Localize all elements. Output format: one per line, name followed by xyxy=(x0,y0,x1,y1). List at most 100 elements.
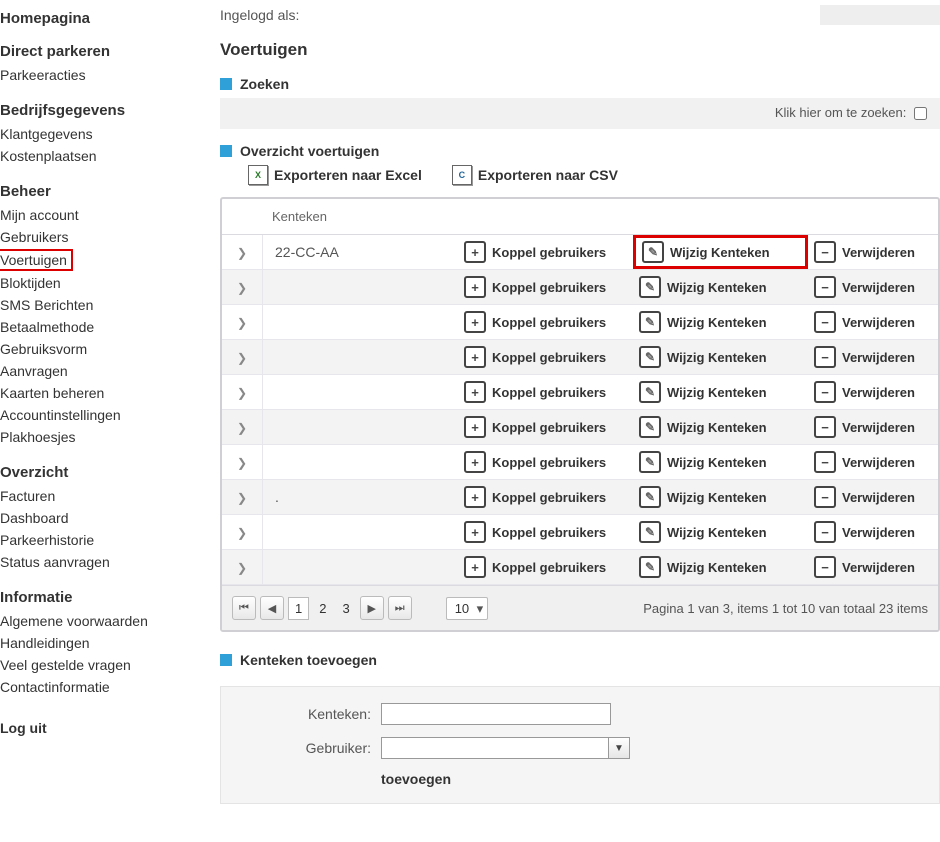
nav-item-kaarten-beheren[interactable]: Kaarten beheren xyxy=(0,382,200,404)
nav-group-direct-parkeren[interactable]: Direct parkeren xyxy=(0,43,200,60)
pencil-icon xyxy=(639,451,661,473)
nav-group-overzicht[interactable]: Overzicht xyxy=(0,464,200,481)
expand-button[interactable] xyxy=(222,235,263,269)
nav-item-aanvragen[interactable]: Aanvragen xyxy=(0,360,200,382)
koppel-gebruikers-button[interactable]: Koppel gebruikers xyxy=(458,518,633,546)
gebruiker-dropdown-button[interactable]: ▼ xyxy=(609,737,630,759)
verwijderen-button[interactable]: Verwijderen xyxy=(808,553,938,581)
nav-item-parkeeracties[interactable]: Parkeeracties xyxy=(0,64,200,86)
wijzig-kenteken-button[interactable]: Wijzig Kenteken xyxy=(633,413,808,441)
expand-button[interactable] xyxy=(222,480,263,514)
sidebar: Homepagina Direct parkeren Parkeeracties… xyxy=(0,0,200,804)
plus-icon xyxy=(464,416,486,438)
col-header-kenteken[interactable]: Kenteken xyxy=(262,199,458,234)
expand-button[interactable] xyxy=(222,445,263,479)
koppel-gebruikers-button[interactable]: Koppel gebruikers xyxy=(458,238,633,266)
expand-button[interactable] xyxy=(222,270,263,304)
nav-item-betaalmethode[interactable]: Betaalmethode xyxy=(0,316,200,338)
expand-button[interactable] xyxy=(222,305,263,339)
verwijderen-button[interactable]: Verwijderen xyxy=(808,448,938,476)
topbar: Ingelogd als: xyxy=(220,0,940,40)
grid-row: .Koppel gebruikersWijzig KentekenVerwijd… xyxy=(222,480,938,515)
koppel-gebruikers-button[interactable]: Koppel gebruikers xyxy=(458,308,633,336)
nav-item-bloktijden[interactable]: Bloktijden xyxy=(0,272,200,294)
verwijderen-button[interactable]: Verwijderen xyxy=(808,518,938,546)
verwijderen-button[interactable]: Verwijderen xyxy=(808,308,938,336)
nav-item-kostenplaatsen[interactable]: Kostenplaatsen xyxy=(0,145,200,167)
pager-last-button[interactable]: ⏭ xyxy=(388,596,412,620)
nav-group-bedrijfsgegevens[interactable]: Bedrijfsgegevens xyxy=(0,102,200,119)
verwijderen-button[interactable]: Verwijderen xyxy=(808,238,938,266)
koppel-gebruikers-button[interactable]: Koppel gebruikers xyxy=(458,273,633,301)
chevron-right-icon xyxy=(237,419,247,435)
koppel-gebruikers-button[interactable]: Koppel gebruikers xyxy=(458,413,633,441)
expand-button[interactable] xyxy=(222,340,263,374)
pager-next-button[interactable]: ▶ xyxy=(360,596,384,620)
verwijderen-button[interactable]: Verwijderen xyxy=(808,413,938,441)
chevron-right-icon xyxy=(237,384,247,400)
pager-page-1[interactable]: 1 xyxy=(288,597,309,620)
nav-item-dashboard[interactable]: Dashboard xyxy=(0,507,200,529)
wijzig-kenteken-button[interactable]: Wijzig Kenteken xyxy=(633,553,808,581)
search-section-header[interactable]: Zoeken xyxy=(220,76,940,92)
nav-item-sms-berichten[interactable]: SMS Berichten xyxy=(0,294,200,316)
grid-row: Koppel gebruikersWijzig KentekenVerwijde… xyxy=(222,515,938,550)
nav-item-gebruikers[interactable]: Gebruikers xyxy=(0,226,200,248)
wijzig-kenteken-button[interactable]: Wijzig Kenteken xyxy=(633,308,808,336)
nav-item-plakhoesjes[interactable]: Plakhoesjes xyxy=(0,426,200,448)
nav-item-handleidingen[interactable]: Handleidingen xyxy=(0,632,200,654)
koppel-gebruikers-button[interactable]: Koppel gebruikers xyxy=(458,378,633,406)
gebruiker-input[interactable] xyxy=(381,737,609,759)
logout-link[interactable]: Log uit xyxy=(0,720,200,736)
nav-item-contactinformatie[interactable]: Contactinformatie xyxy=(0,676,200,698)
expand-button[interactable] xyxy=(222,515,263,549)
pager-page-3[interactable]: 3 xyxy=(336,598,355,619)
excel-icon: X xyxy=(248,165,268,185)
export-csv-button[interactable]: C Exporteren naar CSV xyxy=(452,165,618,185)
nav-item-veel-gestelde-vragen[interactable]: Veel gestelde vragen xyxy=(0,654,200,676)
pager-prev-button[interactable]: ◀ xyxy=(260,596,284,620)
koppel-gebruikers-button[interactable]: Koppel gebruikers xyxy=(458,343,633,371)
nav-item-accountinstellingen[interactable]: Accountinstellingen xyxy=(0,404,200,426)
expand-button[interactable] xyxy=(222,550,263,584)
nav-item-algemene-voorwaarden[interactable]: Algemene voorwaarden xyxy=(0,610,200,632)
verwijderen-button[interactable]: Verwijderen xyxy=(808,483,938,511)
verwijderen-button[interactable]: Verwijderen xyxy=(808,378,938,406)
wijzig-kenteken-button[interactable]: Wijzig Kenteken xyxy=(633,518,808,546)
expand-button[interactable] xyxy=(222,375,263,409)
minus-icon xyxy=(814,311,836,333)
pencil-icon xyxy=(639,346,661,368)
koppel-gebruikers-button[interactable]: Koppel gebruikers xyxy=(458,553,633,581)
pager-page-2[interactable]: 2 xyxy=(313,598,332,619)
nav-group-informatie[interactable]: Informatie xyxy=(0,589,200,606)
wijzig-kenteken-button[interactable]: Wijzig Kenteken xyxy=(633,483,808,511)
export-excel-button[interactable]: X Exporteren naar Excel xyxy=(248,165,422,185)
nav-item-klantgegevens[interactable]: Klantgegevens xyxy=(0,123,200,145)
nav-item-mijn-account[interactable]: Mijn account xyxy=(0,204,200,226)
nav-group-homepagina[interactable]: Homepagina xyxy=(0,10,200,27)
wijzig-kenteken-button[interactable]: Wijzig Kenteken xyxy=(633,273,808,301)
wijzig-kenteken-button[interactable]: Wijzig Kenteken xyxy=(633,343,808,371)
search-checkbox[interactable] xyxy=(914,107,927,120)
verwijderen-button[interactable]: Verwijderen xyxy=(808,273,938,301)
nav-group-beheer[interactable]: Beheer xyxy=(0,183,200,200)
wijzig-kenteken-button[interactable]: Wijzig Kenteken xyxy=(633,235,808,269)
add-section-header[interactable]: Kenteken toevoegen xyxy=(220,652,940,668)
nav-item-voertuigen[interactable]: Voertuigen xyxy=(0,249,73,271)
verwijderen-button[interactable]: Verwijderen xyxy=(808,343,938,371)
pager-size-select[interactable]: 10 xyxy=(446,597,488,620)
expand-button[interactable] xyxy=(222,410,263,444)
nav-item-parkeerhistorie[interactable]: Parkeerhistorie xyxy=(0,529,200,551)
wijzig-kenteken-button[interactable]: Wijzig Kenteken xyxy=(633,448,808,476)
pager-first-button[interactable]: ⏮ xyxy=(232,596,256,620)
nav-item-facturen[interactable]: Facturen xyxy=(0,485,200,507)
koppel-gebruikers-button[interactable]: Koppel gebruikers xyxy=(458,448,633,476)
overview-section-header[interactable]: Overzicht voertuigen xyxy=(220,143,940,159)
kenteken-input[interactable] xyxy=(381,703,611,725)
wijzig-kenteken-button[interactable]: Wijzig Kenteken xyxy=(633,378,808,406)
toevoegen-button[interactable]: toevoegen xyxy=(241,771,451,787)
nav-item-status-aanvragen[interactable]: Status aanvragen xyxy=(0,551,200,573)
search-bar[interactable]: Klik hier om te zoeken: xyxy=(220,98,940,129)
nav-item-gebruiksvorm[interactable]: Gebruiksvorm xyxy=(0,338,200,360)
koppel-gebruikers-button[interactable]: Koppel gebruikers xyxy=(458,483,633,511)
